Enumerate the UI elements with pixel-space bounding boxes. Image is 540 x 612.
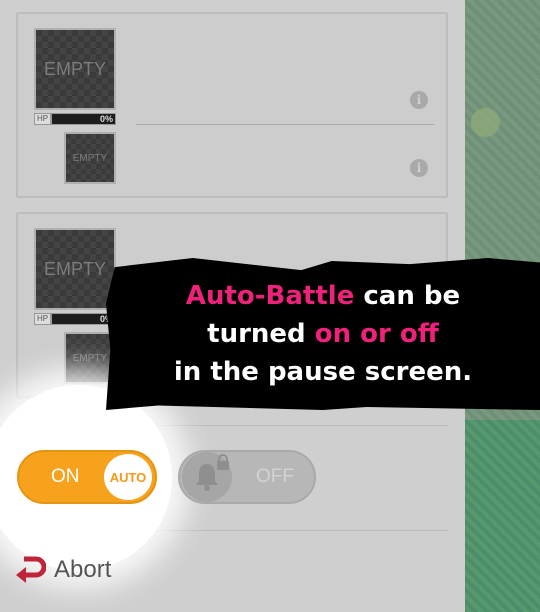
tutorial-banner: Auto-Battle can be turned on or off in t… — [106, 258, 540, 410]
auto-toggle-knob: AUTO — [104, 454, 152, 500]
info-icon[interactable]: i — [410, 91, 428, 109]
character-slot-main[interactable]: EMPTY — [34, 28, 116, 110]
character-slot-sub[interactable]: EMPTY — [64, 332, 116, 384]
banner-text: turned — [207, 319, 315, 349]
card-divider — [136, 124, 434, 125]
slot-empty-label: EMPTY — [43, 258, 106, 279]
party-slot-card-1: EMPTY HP 0% i EMPTY i — [16, 12, 448, 198]
hp-bar: HP 0% — [34, 312, 116, 325]
abort-label: Abort — [54, 556, 112, 583]
hp-value: 0% — [51, 112, 116, 125]
banner-text: can be — [354, 281, 461, 311]
hp-bar: HP 0% — [34, 112, 116, 125]
info-glyph: i — [416, 93, 422, 107]
hp-value: 0% — [51, 312, 116, 325]
banner-line-2: turned on or off — [207, 315, 439, 353]
lock-icon — [217, 454, 229, 470]
toggle-off-label: OFF — [256, 466, 294, 487]
slot-empty-label: EMPTY — [72, 152, 108, 164]
info-glyph: i — [416, 161, 422, 175]
notification-toggle[interactable]: OFF — [178, 450, 316, 504]
info-icon[interactable]: i — [410, 159, 428, 177]
hp-label: HP — [34, 312, 52, 325]
toggle-on-label: ON — [51, 466, 80, 487]
banner-line-3: in the pause screen. — [173, 357, 473, 387]
banner-highlight-on-off: on or off — [314, 319, 439, 349]
character-slot-main[interactable]: EMPTY — [34, 228, 116, 310]
banner-highlight-auto-battle: Auto-Battle — [185, 281, 355, 311]
slot-empty-label: EMPTY — [43, 58, 106, 79]
character-slot-sub[interactable]: EMPTY — [64, 132, 116, 184]
auto-battle-toggle[interactable]: ON AUTO — [17, 450, 157, 504]
auto-knob-label: AUTO — [109, 469, 147, 485]
return-arrow-icon — [16, 556, 46, 583]
slot-empty-label: EMPTY — [72, 352, 108, 364]
banner-line-1: Auto-Battle can be — [186, 277, 460, 315]
hp-label: HP — [34, 112, 52, 125]
toggle-knob — [182, 452, 232, 502]
abort-button[interactable]: Abort — [14, 555, 111, 585]
